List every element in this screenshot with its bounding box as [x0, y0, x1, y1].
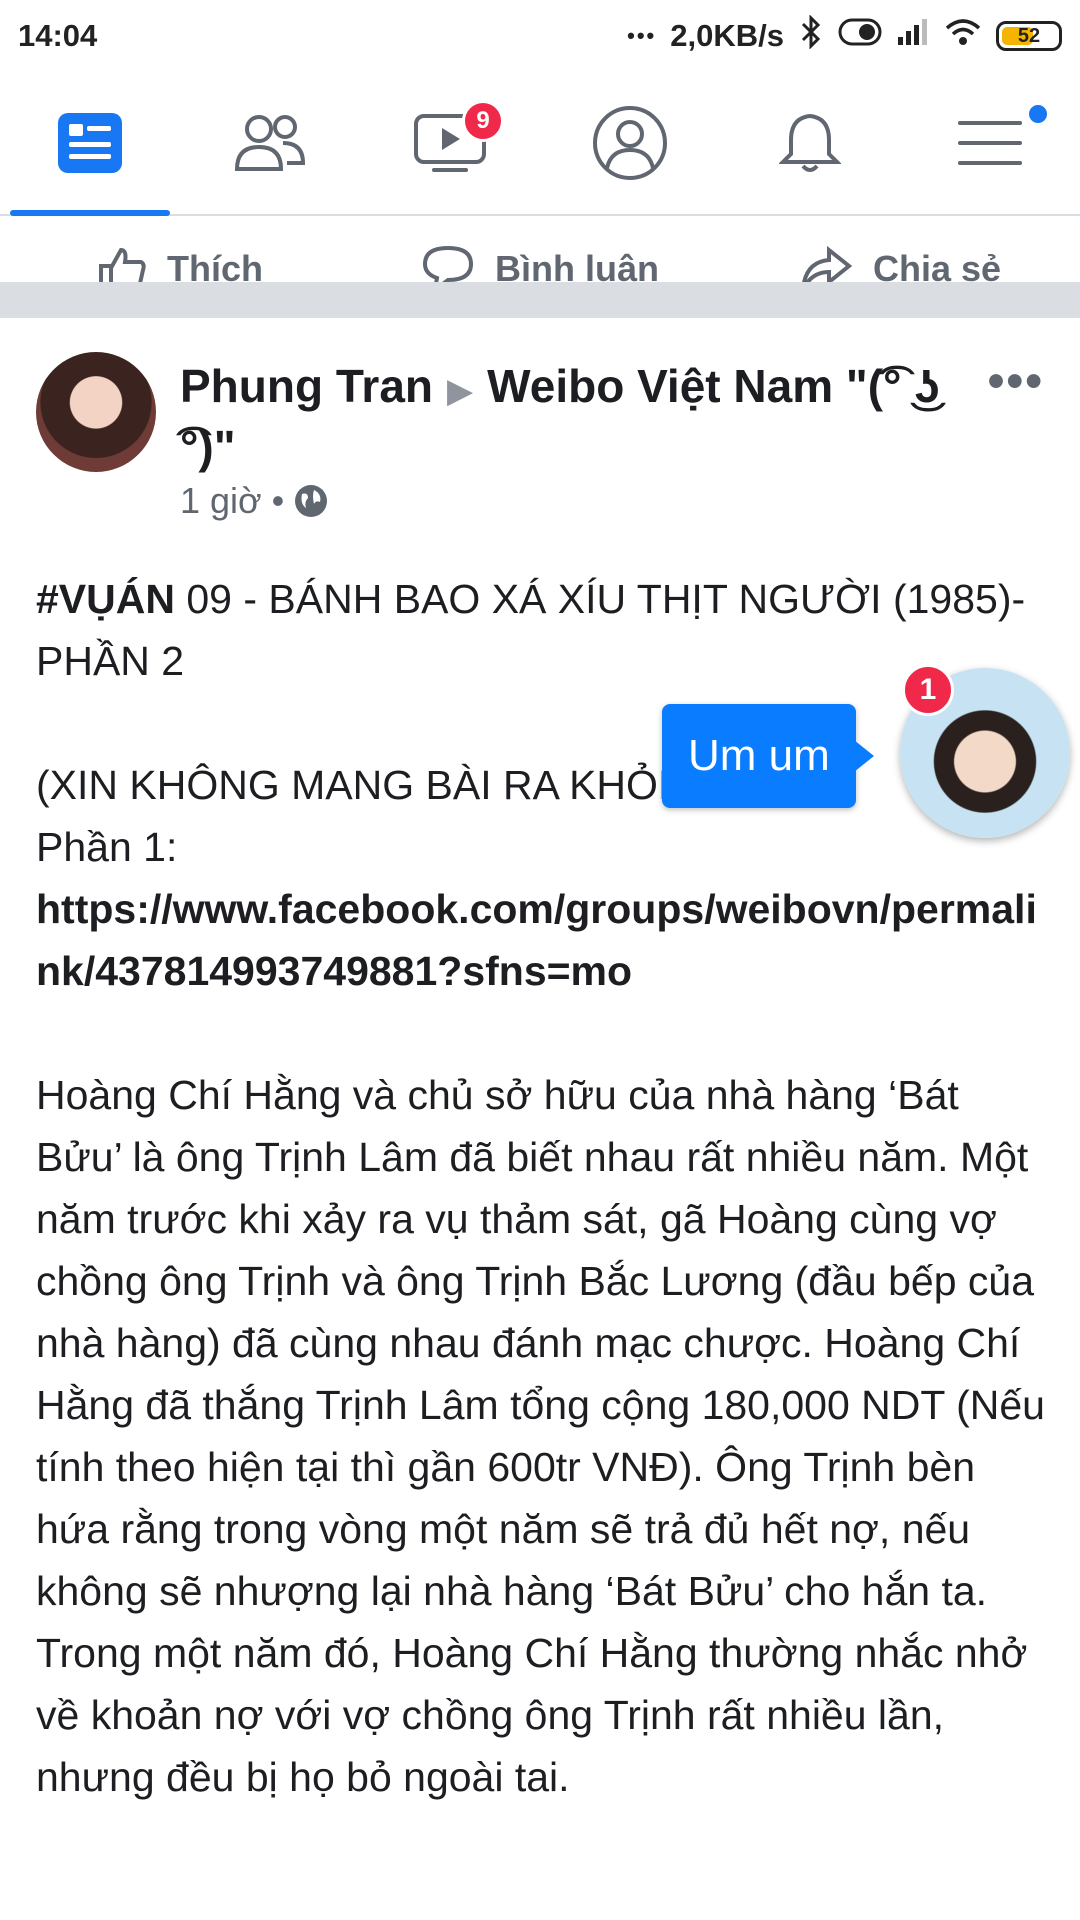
globe-icon [295, 485, 328, 517]
battery-level: 52 [1017, 24, 1041, 47]
part1-label: Phần 1: [36, 824, 178, 870]
chat-message-text: Um um [688, 731, 830, 780]
nav-tab-notifications[interactable] [720, 72, 900, 214]
post-title-text: 09 - BÁNH BAO XÁ XÍU THỊT NGƯỜI (1985)- … [36, 576, 1026, 684]
nav-tab-profile[interactable] [540, 72, 720, 214]
toggle-icon [838, 17, 882, 55]
hamburger-menu-icon [958, 121, 1022, 165]
share-icon [802, 245, 853, 282]
profile-icon [593, 106, 667, 180]
nav-tab-watch[interactable]: 9 [360, 72, 540, 214]
menu-notification-dot [1026, 102, 1050, 126]
post-note: (XIN KHÔNG MANG BÀI RA KHỎI GROUP) [36, 762, 845, 808]
share-label: Chia sẻ [872, 248, 1002, 282]
video-badge: 9 [462, 100, 504, 142]
like-label: Thích [167, 248, 263, 282]
comment-label: Bình luận [495, 248, 659, 282]
post-time[interactable]: 1 giờ [180, 480, 262, 522]
nav-tab-news-feed[interactable] [0, 72, 180, 216]
triangle-right-icon: ▶ [447, 372, 474, 410]
network-speed: 2,0KB/s [670, 18, 784, 53]
post-options-button[interactable]: ••• [988, 354, 1044, 409]
author-name[interactable]: Phung Tran [180, 360, 433, 412]
nav-tab-menu[interactable] [900, 72, 1080, 214]
status-time: 14:04 [18, 18, 98, 53]
post-meta: 1 giờ • [180, 480, 328, 522]
bluetooth-icon [798, 14, 824, 57]
friends-icon [234, 115, 306, 171]
feed-separator [0, 282, 1080, 318]
news-feed-icon [58, 113, 122, 173]
post-title: #VỤÁN 09 - BÁNH BAO XÁ XÍU THỊT NGƯỜI (1… [36, 568, 1046, 692]
post-body: #VỤÁN 09 - BÁNH BAO XÁ XÍU THỊT NGƯỜI (1… [36, 568, 1046, 1808]
thumbs-up-icon [99, 247, 146, 282]
previous-post-actions: Thích Bình luận Chia sẻ [0, 218, 1080, 282]
chat-head-badge: 1 [902, 664, 954, 716]
post-body-text: Hoàng Chí Hằng và chủ sở hữu của nhà hàn… [36, 1072, 1045, 1800]
chat-message-bubble[interactable]: Um um [662, 704, 874, 808]
bell-icon [779, 113, 841, 172]
post-author-line: Phung Tran ▶ Weibo Việt Nam "(͡° ͜ʖ ͡°)" [180, 358, 980, 475]
battery-icon: 52 [996, 21, 1062, 51]
post-link[interactable]: https://www.facebook.com/groups/weibovn/… [36, 878, 1046, 1002]
nav-tab-friends[interactable] [180, 72, 360, 214]
signal-icon [896, 17, 930, 55]
top-nav-bar: 9 [0, 72, 1080, 216]
notification-dots: ••• [627, 23, 657, 48]
author-avatar[interactable] [36, 352, 156, 472]
comment-button[interactable]: Bình luận [360, 244, 720, 282]
meta-dot: • [271, 480, 285, 521]
status-bar: 14:04 ••• 2,0KB/s 52 [0, 0, 1080, 72]
wifi-icon [944, 17, 982, 55]
hashtag-link[interactable]: #VỤÁN [36, 576, 175, 622]
comment-icon [422, 245, 474, 282]
share-button[interactable]: Chia sẻ [720, 244, 1080, 282]
like-button[interactable]: Thích [0, 244, 360, 282]
